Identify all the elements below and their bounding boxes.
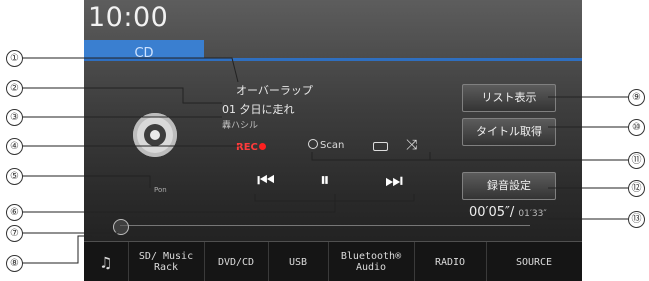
callout-8: ⑧	[6, 255, 23, 272]
callout-4: ④	[6, 138, 23, 155]
callout-10: ⑩	[628, 119, 645, 136]
callout-9: ⑨	[628, 89, 645, 106]
leader-6	[22, 194, 336, 213]
callout-1: ①	[6, 50, 23, 67]
leader-8	[22, 235, 92, 264]
callout-5: ⑤	[6, 168, 23, 185]
leader-5	[22, 175, 151, 188]
leader-2	[22, 87, 222, 104]
leader-1	[22, 57, 239, 83]
callout-11: ⑪	[628, 152, 645, 169]
callout-6: ⑥	[6, 204, 23, 221]
leader-11b	[311, 152, 431, 161]
callout-12: ⑫	[628, 180, 645, 197]
callout-13: ⑬	[628, 211, 645, 228]
callout-leader-lines	[22, 57, 628, 264]
callout-3: ③	[6, 109, 23, 126]
callout-7: ⑦	[6, 225, 23, 242]
callout-2: ②	[6, 80, 23, 97]
